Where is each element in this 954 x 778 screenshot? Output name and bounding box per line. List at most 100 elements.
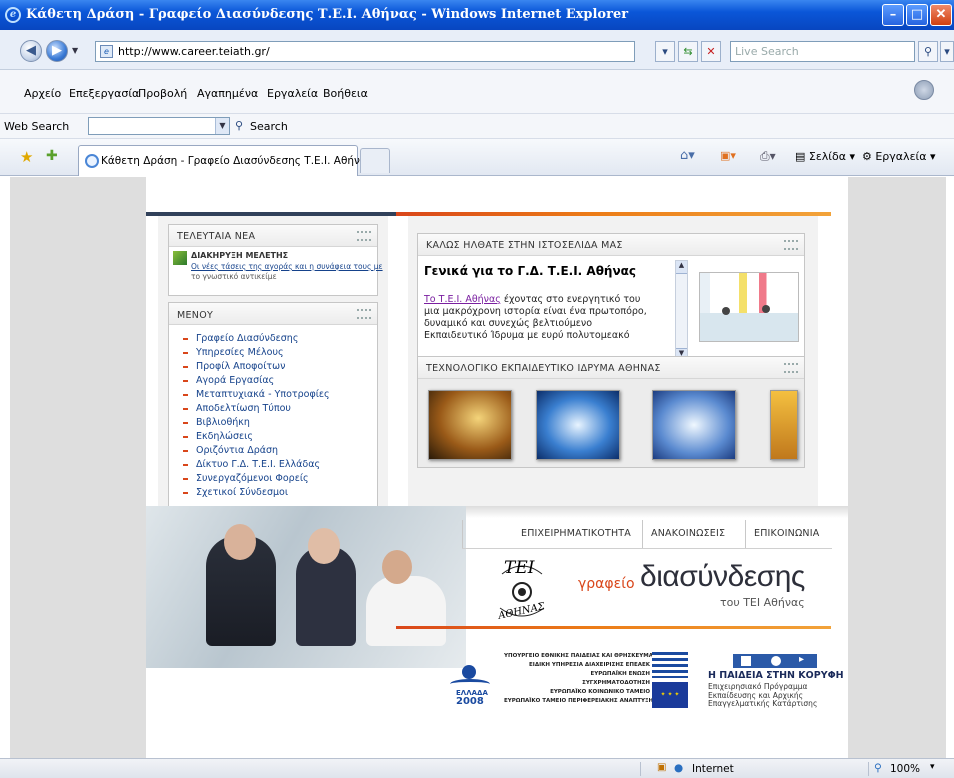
feeds-icon[interactable]: ▣▾ bbox=[720, 149, 736, 162]
brand-word-small: γραφείο bbox=[578, 576, 635, 592]
home-icon[interactable]: ⌂▾ bbox=[680, 148, 695, 163]
gallery-thumb[interactable] bbox=[536, 390, 620, 460]
welcome-panel: ΚΑΛΩΣ ΗΛΘΑΤΕ ΣΤΗΝ ΙΣΤΟΣΕΛΙΔΑ ΜΑΣ Γενικά … bbox=[417, 233, 805, 363]
web-search-label: Web Search bbox=[4, 120, 70, 133]
business-photo bbox=[146, 506, 466, 668]
gallery-thumb[interactable] bbox=[770, 390, 798, 460]
ie-logo-icon: e bbox=[5, 7, 21, 23]
back-button[interactable]: ◀ bbox=[20, 40, 42, 62]
person-figure bbox=[762, 305, 770, 313]
person-figure bbox=[308, 528, 340, 564]
menu-item[interactable]: Οριζόντια Δράση bbox=[183, 445, 278, 456]
web-search-toolbar: Web Search ▼ ⚲ Search bbox=[0, 114, 954, 139]
menu-help[interactable]: Βοήθεια bbox=[323, 87, 368, 100]
menu-item-label: Οριζόντια Δράση bbox=[196, 445, 279, 456]
nav-announcements[interactable]: ΑΝΑΚΟΙΝΩΣΕΙΣ bbox=[651, 528, 725, 539]
ellada-year: 2008 bbox=[456, 696, 484, 707]
ministry-line: ΣΥΓΧΡΗΜΑΤΟΔΟΤΗΣΗ bbox=[582, 680, 650, 686]
welcome-title: ΚΑΛΩΣ ΗΛΘΑΤΕ ΣΤΗΝ ΙΣΤΟΣΕΛΙΔΑ ΜΑΣ bbox=[418, 234, 804, 256]
menu-item-label: Δίκτυο Γ.Δ. Τ.Ε.Ι. Ελλάδας bbox=[196, 459, 321, 470]
search-options-button[interactable]: ▾ bbox=[940, 41, 954, 62]
address-field[interactable]: e http://www.career.teiath.gr/ bbox=[95, 41, 635, 62]
web-search-button[interactable]: Search bbox=[250, 120, 288, 133]
ministry-line: ΕΥΡΩΠΑΪΚΗ ΕΝΩΣΗ bbox=[590, 671, 650, 677]
favorites-star-icon[interactable]: ★ bbox=[20, 148, 33, 166]
tools-menu[interactable]: ⚙ Εργαλεία ▾ bbox=[862, 150, 936, 163]
menu-file[interactable]: Αρχείο bbox=[24, 87, 61, 100]
live-search-input[interactable]: Live Search bbox=[730, 41, 915, 62]
forward-button[interactable]: ▶ bbox=[46, 40, 68, 62]
left-column: ΤΕΛΕΥΤΑΙΑ ΝΕΑ ΔΙΑΚΗΡΥΞΗ ΜΕΛΕΤΗΣ Οι νέες … bbox=[158, 216, 388, 506]
tools-menu-label: Εργαλεία bbox=[875, 150, 927, 163]
messenger-icon[interactable] bbox=[914, 80, 934, 100]
welcome-text: έχοντας στο ενεργητικό του bbox=[500, 294, 641, 305]
refresh-button[interactable]: ⇆ bbox=[678, 41, 698, 62]
nav-contact[interactable]: ΕΠΙΚΟΙΝΩΝΙΑ bbox=[754, 528, 819, 539]
print-icon[interactable]: ⎙▾ bbox=[760, 149, 776, 164]
menu-item-label: Γραφείο Διασύνδεσης bbox=[196, 333, 299, 344]
new-tab-button[interactable] bbox=[360, 148, 390, 173]
gallery-thumb[interactable] bbox=[652, 390, 736, 460]
welcome-body: Το Τ.Ε.Ι. Αθήνας έχοντας στο ενεργητικό … bbox=[424, 294, 680, 342]
panel-grip-icon[interactable] bbox=[784, 240, 798, 250]
nav-entrepreneurship[interactable]: ΕΠΙΧΕΙΡΗΜΑΤΙΚΟΤΗΤΑ bbox=[521, 528, 631, 539]
brand-sub: του ΤΕΙ Αθήνας bbox=[720, 596, 805, 609]
web-search-input[interactable]: ▼ bbox=[88, 117, 230, 135]
menu-item[interactable]: Προφίλ Αποφοίτων bbox=[183, 361, 285, 372]
menu-view[interactable]: Προβολή bbox=[138, 87, 187, 100]
news-item-text: το γνωστικό αντικείμε bbox=[191, 272, 277, 281]
menu-item[interactable]: Γραφείο Διασύνδεσης bbox=[183, 333, 298, 344]
nav-underline bbox=[462, 548, 832, 549]
gallery-thumb[interactable] bbox=[428, 390, 512, 460]
menu-item[interactable]: Δίκτυο Γ.Δ. Τ.Ε.Ι. Ελλάδας bbox=[183, 459, 320, 470]
nav-divider bbox=[642, 520, 643, 548]
menu-tools[interactable]: Εργαλεία bbox=[267, 87, 318, 100]
welcome-scrollbar[interactable]: ▲ ▼ bbox=[675, 260, 688, 362]
news-item-link[interactable]: Οι νέες τάσεις της αγοράς και η συνάφεια… bbox=[191, 262, 383, 271]
chevron-down-icon[interactable]: ▼ bbox=[215, 118, 229, 134]
close-window-button[interactable]: ✕ bbox=[930, 4, 952, 26]
welcome-text: Εκπαιδευτικό Ίδρυμα με ευρύ πολυτομεακό bbox=[424, 330, 630, 341]
zoom-level[interactable]: 100% bbox=[890, 763, 920, 775]
person-figure bbox=[224, 524, 256, 560]
menu-item[interactable]: Μεταπτυχιακά - Υποτροφίες bbox=[183, 389, 330, 400]
minimize-button[interactable]: – bbox=[882, 4, 904, 26]
stop-button[interactable]: ✕ bbox=[701, 41, 721, 62]
tei-link[interactable]: Το Τ.Ε.Ι. Αθήνας bbox=[424, 294, 501, 305]
search-icon[interactable]: ⚲ bbox=[235, 119, 243, 132]
menu-item[interactable]: Σχετικοί Σύνδεσμοι bbox=[183, 487, 288, 498]
panel-grip-icon[interactable] bbox=[357, 231, 371, 241]
greek-flag-icon bbox=[652, 652, 688, 678]
maximize-button[interactable]: □ bbox=[906, 4, 928, 26]
news-item-title[interactable]: ΔΙΑΚΗΡΥΞΗ ΜΕΛΕΤΗΣ bbox=[191, 251, 288, 260]
person-figure bbox=[382, 550, 412, 584]
tab-active[interactable]: Κάθετη Δράση - Γραφείο Διασύνδεσης Τ.Ε.Ι… bbox=[78, 145, 373, 176]
history-dropdown-icon[interactable]: ▼ bbox=[72, 46, 78, 55]
menu-item[interactable]: Βιβλιοθήκη bbox=[183, 417, 250, 428]
search-button[interactable]: ⚲ bbox=[918, 41, 938, 62]
ministry-line: ΥΠΟΥΡΓΕΙΟ ΕΘΝΙΚΗΣ ΠΑΙΔΕΙΑΣ ΚΑΙ ΘΡΗΣΚΕΥΜΑ… bbox=[504, 653, 666, 659]
menu-item[interactable]: Συνεργαζόμενοι Φορείς bbox=[183, 473, 309, 484]
menu-favorites[interactable]: Αγαπημένα bbox=[197, 87, 258, 100]
chevron-down-icon[interactable]: ▾ bbox=[930, 762, 935, 772]
menu-item[interactable]: Αγορά Εργασίας bbox=[183, 375, 274, 386]
panel-grip-icon[interactable] bbox=[357, 309, 371, 319]
menu-edit[interactable]: Επεξεργασία bbox=[69, 87, 139, 100]
add-favorites-icon[interactable]: ✚ bbox=[46, 148, 58, 164]
panel-grip-icon[interactable] bbox=[784, 363, 798, 373]
ministry-line: ΕΙΔΙΚΗ ΥΠΗΡΕΣΙΑ ΔΙΑΧΕΙΡΙΣΗΣ ΕΠΕΑΕΚ bbox=[529, 662, 650, 668]
page-menu[interactable]: ▤ Σελίδα ▾ bbox=[795, 150, 855, 163]
menu-item[interactable]: Αποδελτίωση Τύπου bbox=[183, 403, 291, 414]
seal-top-text: ΤΕΙ bbox=[504, 558, 535, 578]
logo-figure-icon bbox=[462, 665, 476, 679]
page-icon: e bbox=[100, 45, 113, 58]
menu-item[interactable]: Υπηρεσίες Μέλους bbox=[183, 347, 284, 358]
window-title: Κάθετη Δράση - Γραφείο Διασύνδεσης Τ.Ε.Ι… bbox=[26, 7, 629, 22]
eu-flag-icon: ✦ ✦ ✦ bbox=[652, 682, 688, 708]
menu-item[interactable]: Εκδηλώσεις bbox=[183, 431, 253, 442]
menu-item-label: Μεταπτυχιακά - Υποτροφίες bbox=[196, 389, 330, 400]
address-dropdown-button[interactable]: ▾ bbox=[655, 41, 675, 62]
scroll-up-icon[interactable]: ▲ bbox=[676, 261, 687, 274]
menu-item-label: Αγορά Εργασίας bbox=[196, 375, 275, 386]
zoom-icon[interactable]: ⚲ bbox=[874, 762, 882, 774]
